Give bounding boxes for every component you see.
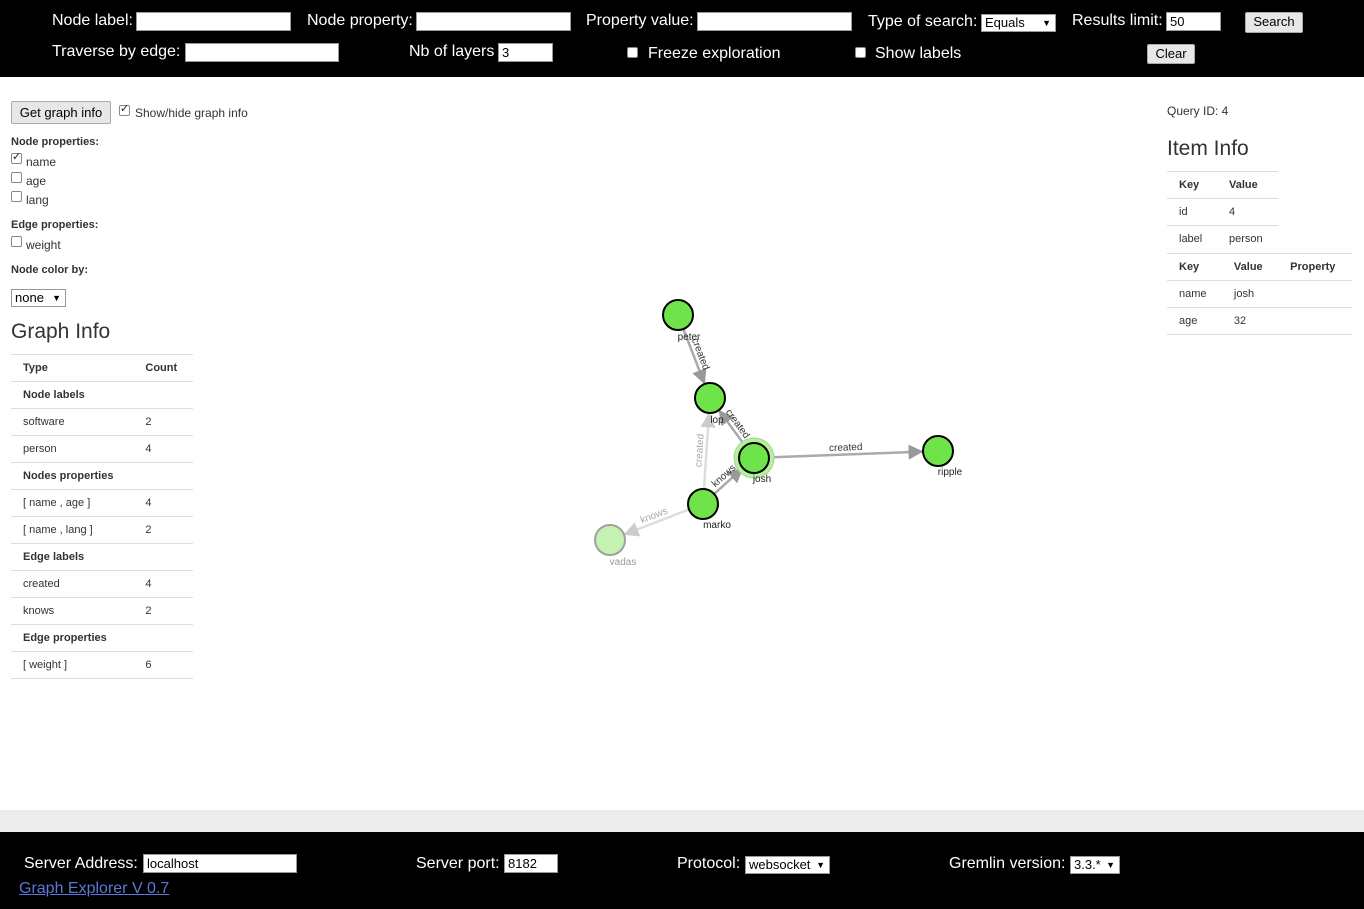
prop-key: name — [1167, 280, 1222, 308]
graph-node[interactable] — [922, 435, 954, 467]
item-header-key: Key — [1167, 171, 1217, 199]
graph-node-label: ripple — [938, 467, 963, 478]
item-key: id — [1167, 198, 1217, 226]
prop-header-key: Key — [1167, 253, 1222, 281]
graph-node-label: peter — [678, 332, 701, 343]
item-properties-table: Key Value Property name josh age 32 — [1167, 253, 1352, 335]
protocol-value: websocket — [749, 857, 811, 872]
query-id: Query ID: 4 — [1167, 104, 1229, 118]
gremlin-version-label: Gremlin version: — [949, 855, 1066, 872]
graph-node[interactable] — [738, 442, 770, 474]
prop-property — [1278, 280, 1352, 308]
dropdown-arrow-icon: ▼ — [816, 860, 825, 870]
prop-header-property: Property — [1278, 253, 1352, 281]
item-value: person — [1217, 225, 1278, 252]
server-port-input[interactable] — [504, 854, 558, 873]
item-header-value: Value — [1217, 171, 1278, 199]
server-address-input[interactable] — [143, 854, 297, 873]
item-key: label — [1167, 225, 1217, 252]
footer-separator — [0, 810, 1364, 832]
graph-node[interactable] — [662, 299, 694, 331]
server-settings-footer: Server Address: Server port: Protocol: w… — [0, 832, 1364, 909]
gremlin-version-select[interactable]: 3.3.* ▼ — [1070, 856, 1120, 874]
item-info-table: Key Value id 4 label person — [1167, 171, 1278, 252]
prop-value: 32 — [1221, 307, 1279, 335]
prop-value: josh — [1221, 280, 1279, 308]
table-row: id 4 — [1167, 198, 1278, 226]
graph-edge-label: created — [693, 434, 706, 468]
graph-node[interactable] — [687, 488, 719, 520]
protocol-select[interactable]: websocket ▼ — [745, 856, 830, 874]
server-port-label: Server port: — [416, 855, 500, 872]
prop-property — [1278, 307, 1352, 335]
table-row: label person — [1167, 225, 1278, 252]
item-info-title: Item Info — [1167, 137, 1249, 160]
graph-node-label: lop — [710, 415, 724, 426]
gremlin-version-value: 3.3.* — [1074, 857, 1101, 872]
dropdown-arrow-icon: ▼ — [1106, 860, 1115, 870]
prop-key: age — [1167, 307, 1222, 335]
graph-explorer-version-link[interactable]: Graph Explorer V 0.7 — [19, 880, 169, 898]
graph-node-label: josh — [752, 474, 771, 485]
server-address-label: Server Address: — [24, 855, 138, 872]
graph-edge-label: created — [829, 442, 863, 454]
graph-node[interactable] — [694, 382, 726, 414]
graph-node-label: marko — [703, 520, 731, 531]
graph-node-label: vadas — [610, 557, 637, 568]
table-row: name josh — [1167, 280, 1352, 308]
prop-header-value: Value — [1221, 253, 1279, 281]
graph-node[interactable] — [594, 524, 626, 556]
graph-canvas[interactable]: createdcreatedcreated createdknowsknows p… — [0, 0, 1364, 909]
table-row: age 32 — [1167, 307, 1352, 335]
item-value: 4 — [1217, 198, 1278, 226]
protocol-label: Protocol: — [677, 855, 741, 872]
